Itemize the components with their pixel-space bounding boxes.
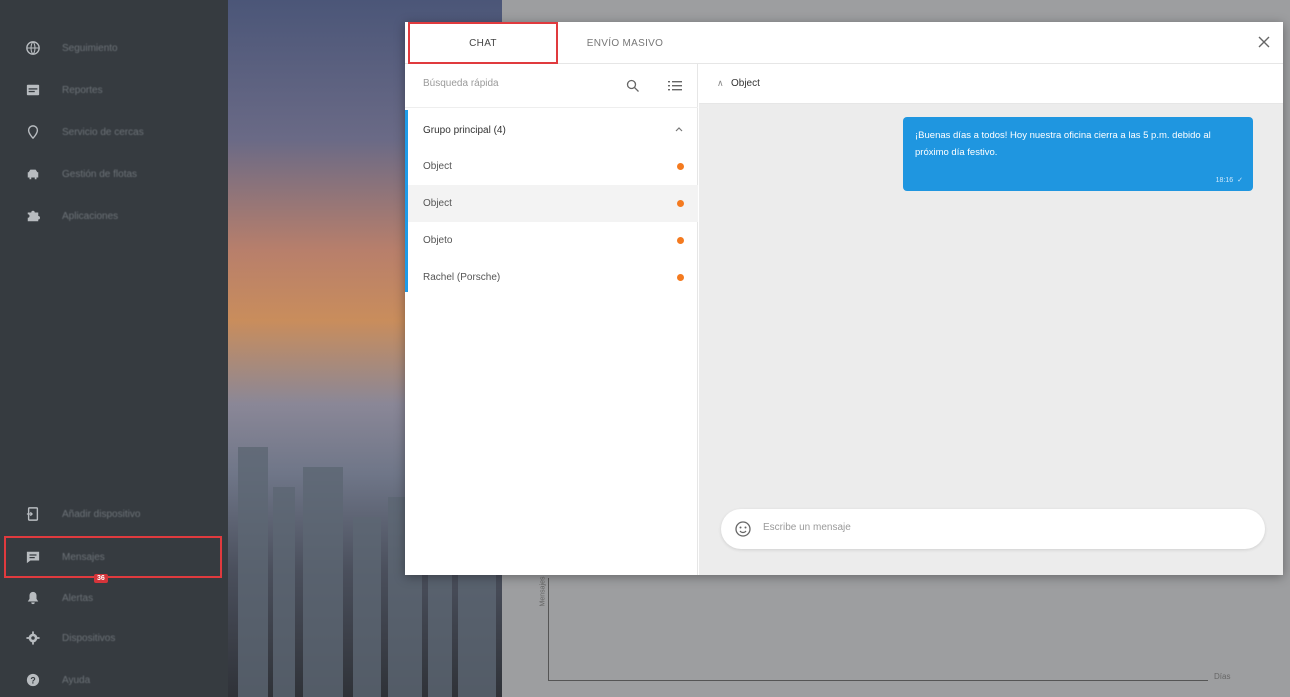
close-button[interactable] <box>1255 33 1273 51</box>
contact-item[interactable]: Objeto <box>408 222 698 259</box>
contact-name: Object <box>423 198 452 209</box>
sidebar-item-label: Reportes <box>62 84 103 96</box>
bell-icon <box>26 591 40 605</box>
chat-tabs: CHAT ENVÍO MASIVO <box>405 22 1283 64</box>
sidebar-item-label: Ayuda <box>62 674 91 686</box>
sidebar-item-cercas[interactable]: Servicio de cercas <box>0 114 228 150</box>
puzzle-icon <box>26 209 40 223</box>
gear-icon <box>26 631 40 645</box>
sidebar-item-label: Mensajes <box>62 551 105 563</box>
message-text: ¡Buenas días a todos! Hoy nuestra oficin… <box>915 130 1211 158</box>
sidebar-item-mensajes[interactable]: Mensajes <box>4 536 222 578</box>
contact-name: Rachel (Porsche) <box>423 272 501 283</box>
conversation-header: ∧ Object <box>699 64 1283 104</box>
background-chart-y-label: Mensajes <box>539 576 547 607</box>
status-dot <box>677 163 684 170</box>
chevron-up-icon <box>675 127 683 132</box>
sidebar-item-label: Seguimiento <box>62 42 118 54</box>
sidebar-item-ayuda[interactable]: ? Ayuda <box>0 662 228 697</box>
sidebar-item-label: Dispositivos <box>62 632 116 644</box>
message-bubble: ¡Buenas días a todos! Hoy nuestra oficin… <box>903 117 1253 191</box>
sidebar-item-label: Alertas <box>62 592 94 604</box>
contact-item[interactable]: Object <box>408 148 698 185</box>
chat-modal: CHAT ENVÍO MASIVO Grupo principal (4) Ob… <box>405 22 1283 575</box>
sidebar-item-flotas[interactable]: Gestión de flotas <box>0 156 228 192</box>
person-icon: ∧ <box>717 78 724 88</box>
search-input[interactable] <box>423 78 613 89</box>
conversation-panel: ∧ Object ¡Buenas días a todos! Hoy nuest… <box>699 64 1283 575</box>
add-device-icon <box>26 507 40 521</box>
sidebar-item-alertas[interactable]: Alertas 36 <box>0 574 228 616</box>
car-icon <box>26 167 40 181</box>
sidebar: Seguimiento Reportes Servicio de cercas … <box>0 0 228 697</box>
sidebar-item-aplicaciones[interactable]: Aplicaciones <box>0 198 228 234</box>
conversation-title: Object <box>731 78 760 89</box>
contacts-panel: Grupo principal (4) Object Object Objeto… <box>405 64 698 575</box>
background-chart-x-label: Días <box>1214 672 1231 681</box>
emoji-icon[interactable] <box>735 521 751 537</box>
message-composer <box>721 509 1265 549</box>
alerts-count-badge: 36 <box>94 574 108 583</box>
message-time: 18:16 <box>1215 176 1234 184</box>
contact-name: Objeto <box>423 235 453 246</box>
chat-bubble-icon <box>26 550 40 564</box>
background-chart-y-axis <box>548 578 549 680</box>
list-filter-icon[interactable] <box>668 80 682 92</box>
status-dot <box>677 237 684 244</box>
status-dot <box>677 274 684 281</box>
contact-item[interactable]: Object <box>408 185 698 222</box>
contact-name: Object <box>423 161 452 172</box>
tab-envio-masivo[interactable]: ENVÍO MASIVO <box>560 22 690 64</box>
message-meta: 18:16 ✓ <box>1215 176 1243 185</box>
contact-item[interactable]: Rachel (Porsche) <box>408 259 698 296</box>
svg-text:?: ? <box>30 676 35 686</box>
sidebar-item-label: Servicio de cercas <box>62 126 144 138</box>
background-chart-x-axis <box>548 680 1208 681</box>
check-icon: ✓ <box>1237 177 1243 184</box>
status-dot <box>677 200 684 207</box>
report-icon <box>26 83 40 97</box>
sidebar-item-dispositivos[interactable]: Dispositivos <box>0 620 228 656</box>
close-icon <box>1258 36 1270 48</box>
message-input[interactable] <box>763 522 1243 533</box>
search-row <box>405 64 698 108</box>
sidebar-item-label: Añadir dispositivo <box>62 508 141 520</box>
location-pin-icon <box>26 125 40 139</box>
group-label: Grupo principal (4) <box>423 124 506 136</box>
group-header[interactable]: Grupo principal (4) <box>408 112 698 148</box>
sidebar-item-label: Gestión de flotas <box>62 168 138 180</box>
sidebar-item-anadir-dispositivo[interactable]: Añadir dispositivo <box>0 496 228 532</box>
sidebar-item-seguimiento[interactable]: Seguimiento <box>0 30 228 66</box>
tab-chat[interactable]: CHAT <box>408 22 558 64</box>
globe-icon <box>26 41 40 55</box>
search-icon[interactable] <box>626 79 640 93</box>
sidebar-item-reportes[interactable]: Reportes <box>0 72 228 108</box>
sidebar-item-label: Aplicaciones <box>62 210 119 222</box>
help-icon: ? <box>26 673 40 687</box>
